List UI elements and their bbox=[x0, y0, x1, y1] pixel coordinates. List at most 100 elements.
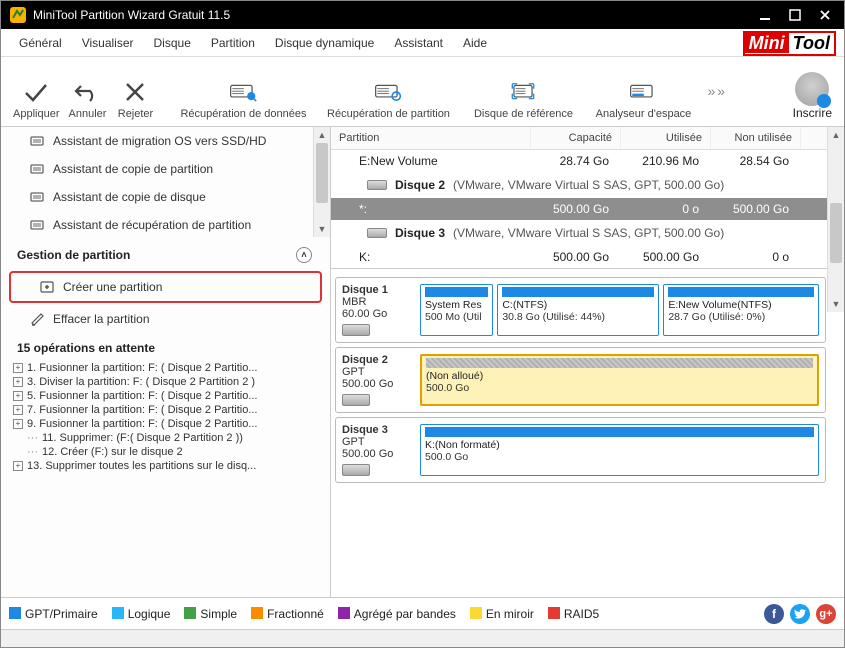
partition-block[interactable]: K:(Non formaté)500.0 Go bbox=[420, 424, 819, 476]
partition-label: (Non alloué) bbox=[426, 370, 813, 382]
expand-tree-icon[interactable]: + bbox=[13, 419, 23, 429]
partition-block[interactable]: E:New Volume(NTFS)28.7 Go (Utilisé: 0%) bbox=[663, 284, 819, 336]
scrollbar-thumb[interactable] bbox=[830, 203, 842, 263]
col-free[interactable]: Non utilisée bbox=[711, 127, 801, 149]
titlebar: MiniTool Partition Wizard Gratuit 11.5 bbox=[1, 1, 844, 29]
cell-capacity: 500.00 Go bbox=[531, 250, 621, 264]
menu-assistant[interactable]: Assistant bbox=[384, 32, 453, 54]
facebook-icon[interactable]: f bbox=[764, 604, 784, 624]
col-partition[interactable]: Partition bbox=[331, 127, 531, 149]
check-icon bbox=[22, 78, 50, 106]
pending-op-label: 3. Diviser la partition: F: ( Disque 2 P… bbox=[27, 376, 255, 388]
table-scrollbar[interactable]: ▲ ▼ bbox=[827, 127, 844, 312]
pending-op[interactable]: +3. Diviser la partition: F: ( Disque 2 … bbox=[9, 375, 326, 389]
sidebar-item-wizard-3[interactable]: Assistant de récupération de partition bbox=[1, 211, 330, 239]
maximize-button[interactable] bbox=[780, 5, 810, 25]
partition-block[interactable]: System Res500 Mo (Util bbox=[420, 284, 493, 336]
window-title: MiniTool Partition Wizard Gratuit 11.5 bbox=[33, 8, 750, 22]
scroll-down-arrow-icon[interactable]: ▼ bbox=[314, 221, 330, 237]
pending-op[interactable]: +5. Fusionner la partition: F: ( Disque … bbox=[9, 389, 326, 403]
disk-card[interactable]: Disque 2GPT500.00 Go(Non alloué)500.0 Go bbox=[335, 347, 826, 413]
subscribe-button[interactable]: Inscrire bbox=[789, 72, 836, 120]
disk-name: Disque 1 bbox=[342, 284, 414, 296]
pending-op[interactable]: +9. Fusionner la partition: F: ( Disque … bbox=[9, 417, 326, 431]
pending-op[interactable]: +1. Fusionner la partition: F: ( Disque … bbox=[9, 361, 326, 375]
sidebar-item-mgmt-0[interactable]: Créer une partition bbox=[9, 271, 322, 303]
partition-bar bbox=[668, 287, 814, 297]
benchmark-button[interactable]: Disque de référence bbox=[463, 60, 583, 120]
expand-tree-icon[interactable]: + bbox=[13, 377, 23, 387]
disk-desc: (VMware, VMware Virtual S SAS, GPT, 500.… bbox=[453, 178, 724, 192]
sidebar-item-label: Assistant de copie de partition bbox=[53, 162, 213, 176]
partition-block[interactable]: (Non alloué)500.0 Go bbox=[420, 354, 819, 406]
legend-label: En miroir bbox=[486, 607, 534, 621]
partition-bar bbox=[425, 427, 814, 437]
table-disk-header[interactable]: Disque 3 (VMware, VMware Virtual S SAS, … bbox=[331, 220, 827, 246]
sidebar-item-mgmt-1[interactable]: Effacer la partition bbox=[1, 305, 330, 333]
toolbar-overflow-button[interactable]: »» bbox=[703, 83, 731, 99]
sidebar-item-label: Assistant de copie de disque bbox=[53, 190, 206, 204]
col-used[interactable]: Utilisée bbox=[621, 127, 711, 149]
collapse-section-icon[interactable]: ˄ bbox=[296, 247, 312, 263]
space-analyzer-button[interactable]: Analyseur d'espace bbox=[583, 60, 703, 120]
pending-op[interactable]: ···11. Supprimer: (F:( Disque 2 Partitio… bbox=[9, 431, 326, 445]
partition-block[interactable]: C:(NTFS)30.8 Go (Utilisé: 44%) bbox=[497, 284, 659, 336]
disk-icon bbox=[367, 228, 387, 238]
main-panel: Partition Capacité Utilisée Non utilisée… bbox=[331, 127, 844, 597]
disk-scheme: GPT bbox=[342, 436, 414, 448]
twitter-icon[interactable] bbox=[790, 604, 810, 624]
menu-partition[interactable]: Partition bbox=[201, 32, 265, 54]
disk-card[interactable]: Disque 3GPT500.00 GoK:(Non formaté)500.0… bbox=[335, 417, 826, 483]
scroll-up-arrow-icon[interactable]: ▲ bbox=[828, 127, 844, 143]
apply-button[interactable]: Appliquer bbox=[9, 60, 63, 120]
cell-partition: K: bbox=[331, 250, 531, 264]
brand-logo: MiniTool bbox=[743, 31, 836, 56]
expand-tree-icon[interactable]: + bbox=[13, 391, 23, 401]
partition-recovery-button[interactable]: Récupération de partition bbox=[313, 60, 463, 120]
expand-tree-icon[interactable]: + bbox=[13, 363, 23, 373]
migrate-os-icon bbox=[29, 133, 45, 149]
discard-button[interactable]: Rejeter bbox=[111, 60, 159, 120]
menu-disque-dynamique[interactable]: Disque dynamique bbox=[265, 32, 384, 54]
scroll-up-arrow-icon[interactable]: ▲ bbox=[314, 127, 330, 143]
disk-card[interactable]: Disque 1MBR60.00 GoSystem Res500 Mo (Uti… bbox=[335, 277, 826, 343]
menu-aide[interactable]: Aide bbox=[453, 32, 497, 54]
sidebar-item-wizard-2[interactable]: Assistant de copie de disque bbox=[1, 183, 330, 211]
partition-detail: 28.7 Go (Utilisé: 0%) bbox=[668, 311, 814, 323]
legend-swatch bbox=[9, 607, 21, 619]
toolbar: Appliquer Annuler Rejeter Récupération d… bbox=[1, 57, 844, 127]
pending-op[interactable]: +13. Supprimer toutes les partitions sur… bbox=[9, 459, 326, 473]
sidebar: Assistant de migration OS vers SSD/HD Ass… bbox=[1, 127, 331, 597]
sidebar-item-label: Assistant de récupération de partition bbox=[53, 218, 251, 232]
wizards-scrollbar[interactable]: ▲ ▼ bbox=[313, 127, 330, 237]
table-disk-header[interactable]: Disque 2 (VMware, VMware Virtual S SAS, … bbox=[331, 172, 827, 198]
table-row[interactable]: *:500.00 Go0 o500.00 Go bbox=[331, 198, 827, 220]
expand-tree-icon[interactable]: + bbox=[13, 461, 23, 471]
table-row[interactable]: E:New Volume28.74 Go210.96 Mo28.54 Go bbox=[331, 150, 827, 172]
pending-op[interactable]: ···12. Créer (F:) sur le disque 2 bbox=[9, 445, 326, 459]
cell-used: 500.00 Go bbox=[621, 250, 711, 264]
cell-used: 210.96 Mo bbox=[621, 154, 711, 168]
menu-visualiser[interactable]: Visualiser bbox=[72, 32, 144, 54]
menu-général[interactable]: Général bbox=[9, 32, 72, 54]
minimize-button[interactable] bbox=[750, 5, 780, 25]
googleplus-icon[interactable]: g+ bbox=[816, 604, 836, 624]
sidebar-item-wizard-1[interactable]: Assistant de copie de partition bbox=[1, 155, 330, 183]
disk-name: Disque 3 bbox=[395, 226, 445, 240]
disk-name: Disque 2 bbox=[395, 178, 445, 192]
partition-label: C:(NTFS) bbox=[502, 299, 654, 311]
pending-ops-list: +1. Fusionner la partition: F: ( Disque … bbox=[1, 359, 330, 481]
scrollbar-thumb[interactable] bbox=[316, 143, 328, 203]
col-capacity[interactable]: Capacité bbox=[531, 127, 621, 149]
disk-icon bbox=[342, 394, 370, 406]
data-recovery-button[interactable]: Récupération de données bbox=[173, 60, 313, 120]
sidebar-item-wizard-0[interactable]: Assistant de migration OS vers SSD/HD bbox=[1, 127, 330, 155]
close-button[interactable] bbox=[810, 5, 840, 25]
expand-tree-icon[interactable]: + bbox=[13, 405, 23, 415]
erase-partition-icon bbox=[29, 311, 45, 327]
table-row[interactable]: K:500.00 Go500.00 Go0 o bbox=[331, 246, 827, 268]
menu-disque[interactable]: Disque bbox=[144, 32, 201, 54]
pending-op[interactable]: +7. Fusionner la partition: F: ( Disque … bbox=[9, 403, 326, 417]
scroll-down-arrow-icon[interactable]: ▼ bbox=[828, 296, 844, 312]
undo-button[interactable]: Annuler bbox=[63, 60, 111, 120]
